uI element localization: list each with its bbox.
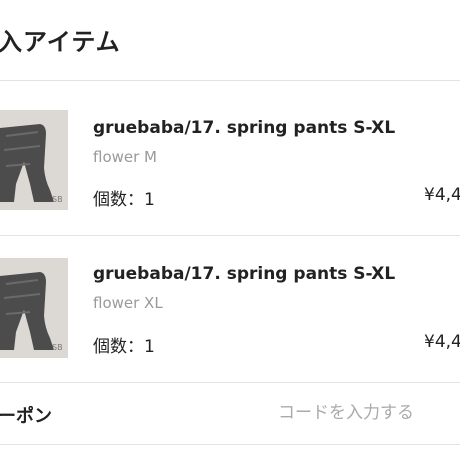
item-variant: flower XL (93, 294, 163, 312)
thumbnail-watermark: SB (52, 343, 63, 352)
item-quantity: 個数：1 (93, 337, 155, 357)
item-price: ¥4,4 (424, 185, 460, 205)
item-variant: flower M (93, 148, 157, 166)
item-price: ¥4,4 (424, 332, 460, 352)
product-thumbnail[interactable]: SB (0, 258, 68, 358)
divider (0, 80, 460, 81)
divider (0, 235, 460, 236)
section-title: 入アイテム (0, 28, 121, 56)
item-name[interactable]: gruebaba/17. spring pants S-XL (93, 264, 395, 284)
divider (0, 444, 460, 445)
item-quantity: 個数：1 (93, 190, 155, 210)
product-thumbnail[interactable]: SB (0, 110, 68, 210)
item-name[interactable]: gruebaba/17. spring pants S-XL (93, 118, 395, 138)
thumbnail-watermark: SB (52, 195, 63, 204)
coupon-code-input[interactable] (270, 396, 460, 430)
coupon-label: ーポン (0, 406, 52, 427)
divider (0, 382, 460, 383)
